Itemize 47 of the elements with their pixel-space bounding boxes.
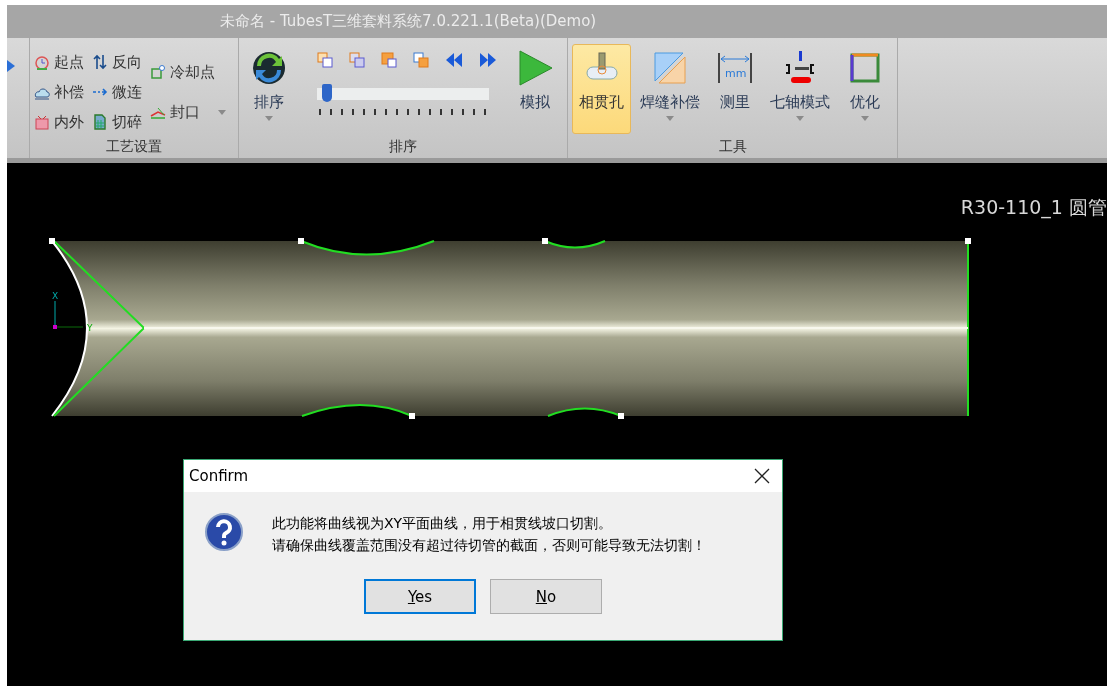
tool-button[interactable]: 相贯孔 bbox=[572, 44, 631, 134]
ribbon-button[interactable]: 冷却点 bbox=[150, 60, 226, 84]
tool-button[interactable]: 七轴模式 bbox=[763, 44, 837, 134]
ribbon-button[interactable]: 起点 bbox=[34, 50, 84, 74]
tool-button[interactable]: 优化 bbox=[839, 44, 891, 134]
overlap-squares-icon bbox=[413, 52, 429, 68]
box-icon bbox=[34, 114, 50, 130]
square-dot-icon bbox=[150, 64, 166, 80]
window-title: 未命名 - TubesT三维套料系统7.0.221.1(Beta)(Demo) bbox=[220, 12, 597, 31]
tool-button[interactable]: 焊缝补偿 bbox=[633, 44, 707, 134]
dialog-button[interactable]: Yes bbox=[364, 579, 476, 614]
caret-icon bbox=[796, 116, 804, 121]
slider-thumb[interactable] bbox=[321, 84, 332, 102]
ribbon-button[interactable]: 微连 bbox=[92, 80, 142, 104]
group-label: 工具 bbox=[718, 138, 747, 156]
group-label: 排序 bbox=[389, 138, 417, 156]
simulate-button[interactable]: 模拟 bbox=[509, 44, 561, 134]
dialog-button[interactable]: No bbox=[490, 579, 602, 614]
caret-icon bbox=[218, 109, 226, 115]
play-icon bbox=[516, 49, 554, 87]
ribbon-button[interactable]: 切碎 bbox=[92, 110, 142, 134]
ribbon-button[interactable]: 内外 bbox=[34, 110, 84, 134]
overlap-squares-icon bbox=[317, 52, 333, 68]
sync-arrows-icon bbox=[250, 49, 288, 87]
dialog-message: 请确保曲线覆盖范围没有超过待切管的截面，否则可能导致无法切割！ bbox=[272, 537, 706, 555]
split-square-icon bbox=[651, 49, 689, 87]
overlap-squares-icon bbox=[349, 52, 365, 68]
part-label: R30-110_1 圆管 bbox=[960, 195, 1107, 221]
ribbon-button[interactable]: 补偿 bbox=[34, 80, 84, 104]
caret-icon bbox=[861, 116, 869, 121]
dialog-title: Confirm bbox=[189, 467, 249, 485]
caret-icon bbox=[265, 116, 273, 121]
dialog-message: 此功能将曲线视为XY平面曲线，用于相贯线坡口切割。 bbox=[272, 515, 614, 533]
question-icon bbox=[204, 512, 244, 552]
ribbon-button[interactable]: 反向 bbox=[92, 50, 142, 74]
arrow-icon bbox=[7, 60, 15, 72]
tool-button[interactable]: mm 测里 bbox=[709, 44, 761, 134]
overlap-squares-icon bbox=[381, 52, 397, 68]
grid-page-icon bbox=[92, 114, 108, 130]
ribbon-button[interactable]: 封口 bbox=[150, 100, 226, 124]
rewind-icon bbox=[445, 53, 463, 67]
up-down-arrows-icon bbox=[92, 54, 108, 70]
close-icon[interactable] bbox=[754, 468, 770, 484]
fast-forward-icon bbox=[479, 53, 497, 67]
caret-icon bbox=[666, 116, 674, 121]
group-label: 工艺设置 bbox=[106, 138, 162, 156]
sort-button[interactable]: 排序 bbox=[243, 44, 295, 134]
